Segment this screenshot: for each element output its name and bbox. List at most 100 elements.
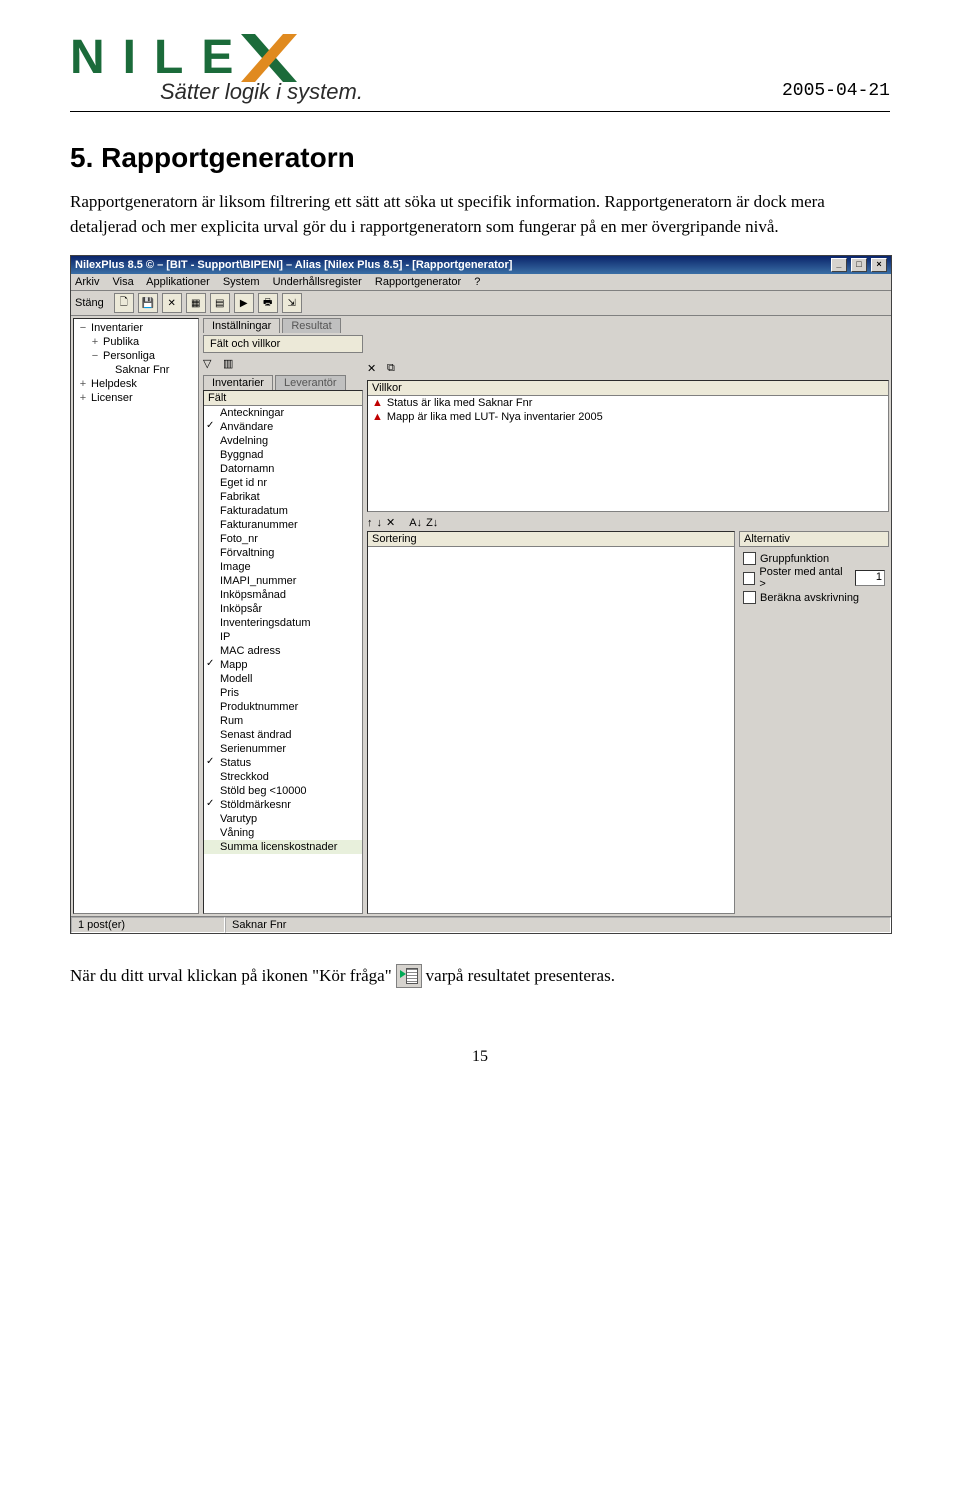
menu-arkiv[interactable]: Arkiv <box>75 276 99 288</box>
logo: NILE Sätter logik i system. <box>70 30 363 105</box>
sort-header: Sortering <box>368 532 734 547</box>
cond-toolbar: ✕ ⧉ <box>367 360 889 380</box>
field-row[interactable]: Fakturadatum <box>204 504 362 518</box>
field-row[interactable]: Avdelning <box>204 434 362 448</box>
close-button[interactable]: × <box>871 258 887 272</box>
maximize-button[interactable]: □ <box>851 258 867 272</box>
close-tab-label[interactable]: Stäng <box>75 297 104 309</box>
report-tree[interactable]: − Inventarier+ Publika− Personliga Sakna… <box>73 318 199 914</box>
intro-paragraph: Rapportgeneratorn är liksom filtrering e… <box>70 190 890 239</box>
field-row[interactable]: Produktnummer <box>204 700 362 714</box>
field-row[interactable]: Våning <box>204 826 362 840</box>
field-row[interactable]: IMAPI_nummer <box>204 574 362 588</box>
field-row[interactable]: Stöld beg <10000 <box>204 784 362 798</box>
filter-icon[interactable]: ▽ <box>203 357 219 373</box>
field-row[interactable]: Användare <box>204 420 362 434</box>
field-row[interactable]: Eget id nr <box>204 476 362 490</box>
field-row[interactable]: Förvaltning <box>204 546 362 560</box>
chk-gruppfunktion[interactable]: Gruppfunktion <box>743 552 885 565</box>
field-row[interactable]: Modell <box>204 672 362 686</box>
menu-system[interactable]: System <box>223 276 260 288</box>
cond-copy-icon[interactable]: ⧉ <box>387 362 403 378</box>
menu-visa[interactable]: Visa <box>113 276 134 288</box>
move-up-icon[interactable]: ↑ <box>367 517 373 529</box>
sort-delete-icon[interactable]: ✕ <box>386 516 395 529</box>
new-icon[interactable]: 🗋 <box>114 293 134 313</box>
menu-applikationer[interactable]: Applikationer <box>146 276 210 288</box>
app-window: NilexPlus 8.5 © – [BIT - Support\BIPENI]… <box>70 255 892 934</box>
columns-icon[interactable]: ▥ <box>223 357 239 373</box>
export-icon[interactable]: ⇲ <box>282 293 302 313</box>
tree-item[interactable]: + Licenser <box>76 391 196 405</box>
chk-berakna-avskrivning[interactable]: Beräkna avskrivning <box>743 591 885 604</box>
page-number: 15 <box>70 1048 890 1066</box>
tab-leverantor[interactable]: Leverantör <box>275 375 346 390</box>
field-row[interactable]: Fabrikat <box>204 490 362 504</box>
delete-icon[interactable]: ✕ <box>162 293 182 313</box>
cond-delete-icon[interactable]: ✕ <box>367 362 383 378</box>
logo-tagline: Sätter logik i system. <box>160 79 363 105</box>
tab-resultat[interactable]: Resultat <box>282 318 340 333</box>
save-icon[interactable]: 💾 <box>138 293 158 313</box>
menu-underhall[interactable]: Underhållsregister <box>273 276 362 288</box>
field-row[interactable]: Summa licenskostnader <box>204 840 362 854</box>
field-row[interactable]: Image <box>204 560 362 574</box>
field-row[interactable]: Anteckningar <box>204 406 362 420</box>
tab-inventarier[interactable]: Inventarier <box>203 375 273 390</box>
run-query-icon[interactable]: ▶ <box>234 293 254 313</box>
field-row[interactable]: Rum <box>204 714 362 728</box>
logo-x-icon <box>241 34 297 82</box>
field-row[interactable]: Stöldmärkesnr <box>204 798 362 812</box>
menu-help[interactable]: ? <box>474 276 480 288</box>
tool-icon-2[interactable]: ▤ <box>210 293 230 313</box>
alt-header: Alternativ <box>739 531 889 547</box>
minimize-button[interactable]: _ <box>831 258 847 272</box>
field-row[interactable]: Foto_nr <box>204 532 362 546</box>
field-toolbar: ▽ ▥ <box>203 355 363 375</box>
field-row[interactable]: Inköpsmånad <box>204 588 362 602</box>
conditions-panel[interactable]: Villkor ▲Status är lika med Saknar Fnr▲M… <box>367 380 889 512</box>
field-row[interactable]: Status <box>204 756 362 770</box>
tree-item[interactable]: + Publika <box>76 335 196 349</box>
conditions-header: Villkor <box>368 381 888 396</box>
field-row[interactable]: Fakturanummer <box>204 518 362 532</box>
main-toolbar: Stäng 🗋 💾 ✕ ▦ ▤ ▶ 🖶 ⇲ <box>71 291 891 316</box>
tree-item[interactable]: Saknar Fnr <box>76 363 196 377</box>
field-row[interactable]: Serienummer <box>204 742 362 756</box>
menu-rapportgenerator[interactable]: Rapportgenerator <box>375 276 461 288</box>
field-row[interactable]: Senast ändrad <box>204 728 362 742</box>
logo-word: NILE <box>70 30 363 85</box>
tree-item[interactable]: − Inventarier <box>76 321 196 335</box>
tree-item[interactable]: + Helpdesk <box>76 377 196 391</box>
field-list[interactable]: Fält AnteckningarAnvändareAvdelningByggn… <box>203 390 363 914</box>
field-row[interactable]: Inventeringsdatum <box>204 616 362 630</box>
field-row[interactable]: IP <box>204 630 362 644</box>
move-down-icon[interactable]: ↓ <box>377 517 383 529</box>
status-posts: 1 post(er) <box>71 917 225 933</box>
field-row[interactable]: Streckkod <box>204 770 362 784</box>
field-row[interactable]: Pris <box>204 686 362 700</box>
sort-asc-icon[interactable]: A↓ <box>409 517 422 529</box>
field-row[interactable]: Varutyp <box>204 812 362 826</box>
tool-icon-1[interactable]: ▦ <box>186 293 206 313</box>
falt-och-villkor-box: Fält och villkor <box>203 335 363 353</box>
print-icon[interactable]: 🖶 <box>258 293 278 313</box>
field-row[interactable]: Inköpsår <box>204 602 362 616</box>
sort-panel[interactable]: Sortering <box>367 531 735 914</box>
field-row[interactable]: MAC adress <box>204 644 362 658</box>
poster-antal-spinner[interactable]: 1 <box>855 570 885 586</box>
condition-row[interactable]: ▲Mapp är lika med LUT- Nya inventarier 2… <box>368 410 888 424</box>
sort-toolbar: ↑ ↓ ✕ A↓ Z↓ <box>367 516 889 529</box>
field-row[interactable]: Mapp <box>204 658 362 672</box>
run-query-inline-icon <box>396 964 422 988</box>
tree-item[interactable]: − Personliga <box>76 349 196 363</box>
status-name: Saknar Fnr <box>225 917 891 933</box>
field-row[interactable]: Byggnad <box>204 448 362 462</box>
after-paragraph: När du ditt urval klickan på ikonen "Kör… <box>70 964 890 988</box>
chk-poster-antal[interactable]: Poster med antal >1 <box>743 566 885 590</box>
condition-row[interactable]: ▲Status är lika med Saknar Fnr <box>368 396 888 410</box>
field-row[interactable]: Datornamn <box>204 462 362 476</box>
tab-installningar[interactable]: Inställningar <box>203 318 280 333</box>
sort-desc-icon[interactable]: Z↓ <box>426 517 438 529</box>
doc-date: 2005-04-21 <box>782 81 890 101</box>
